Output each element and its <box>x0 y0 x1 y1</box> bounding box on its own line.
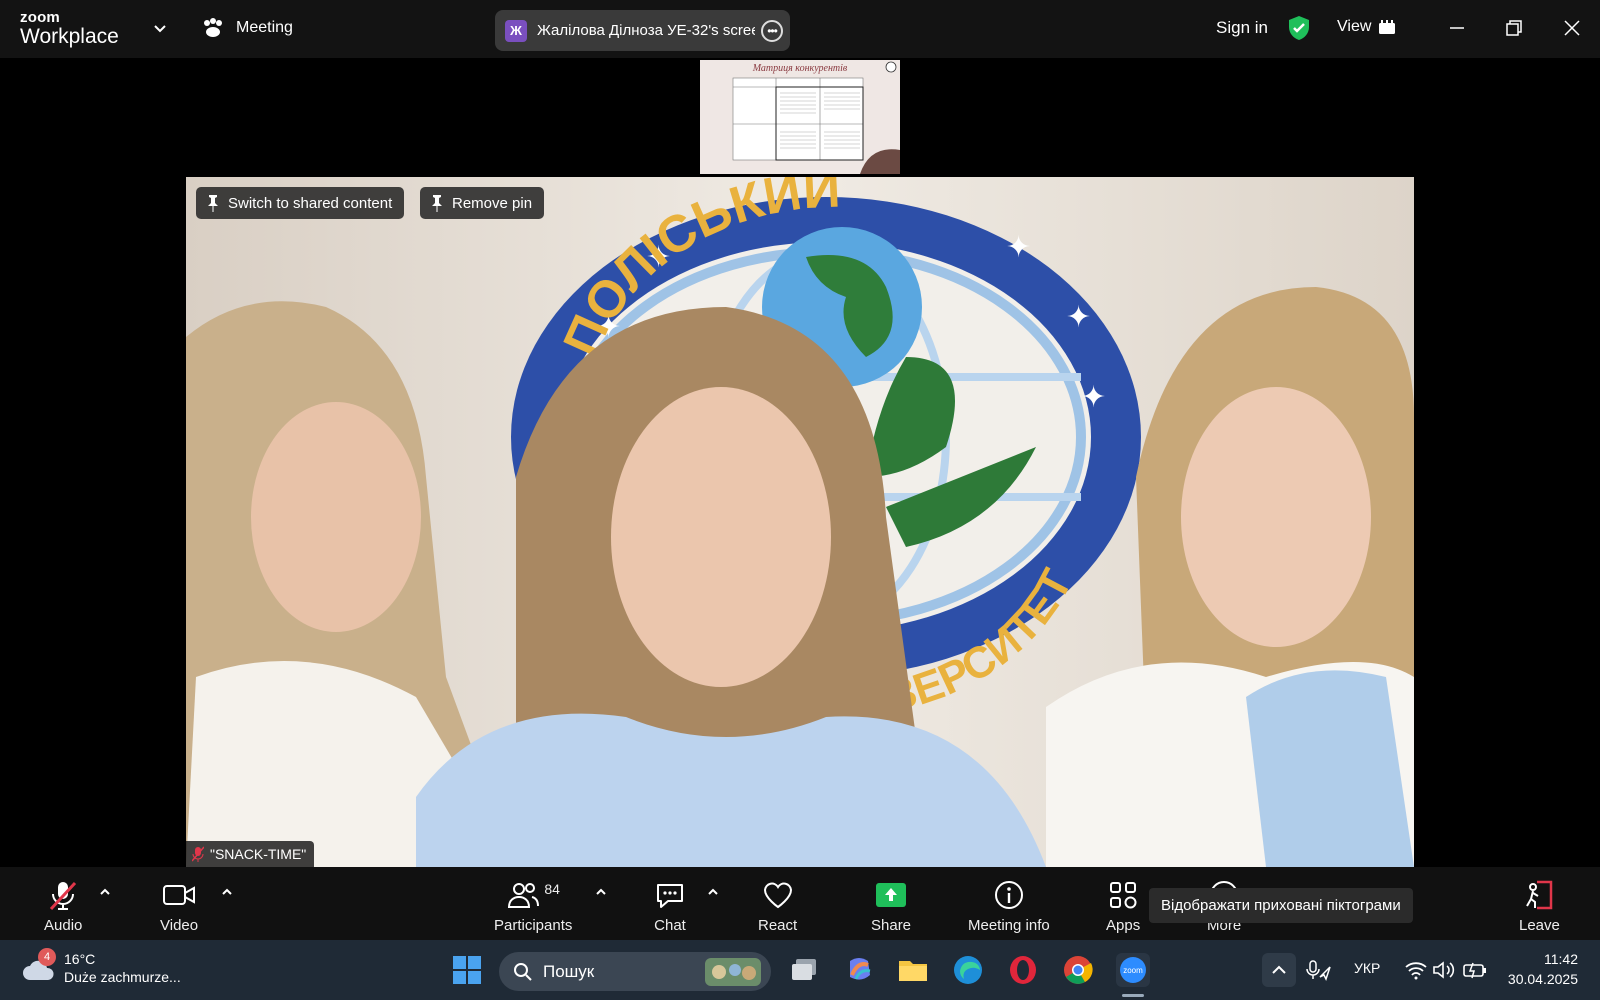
remove-pin-button[interactable]: Remove pin <box>420 187 545 219</box>
audio-button[interactable]: Audio <box>44 879 82 934</box>
participants-options-caret-icon[interactable] <box>594 885 608 899</box>
participants-count: 84 <box>544 881 560 897</box>
remove-pin-label: Remove pin <box>452 194 533 212</box>
show-hidden-icons-chevron-icon[interactable] <box>1262 953 1296 987</box>
weather-temp: 16°C <box>64 951 96 967</box>
weather-widget[interactable]: 4 16°C Duże zachmurze... <box>22 948 181 986</box>
windows-taskbar: 4 16°C Duże zachmurze... Пошук zoom УКР … <box>0 940 1600 1000</box>
leave-label: Leave <box>1519 917 1560 934</box>
participant-name: "SNACK-TIME" <box>210 846 307 862</box>
video-frame-illustration: ✦✦✦ ✦✦✦ ПОЛІСЬКИЙ УНІВЕРСИТЕТ <box>186 177 1414 867</box>
react-label: React <box>758 917 798 934</box>
react-button[interactable]: React <box>758 879 797 934</box>
shield-check-icon[interactable] <box>1287 15 1311 41</box>
clock-date: 30.04.2025 <box>1507 970 1578 987</box>
pin-icon <box>432 195 442 212</box>
chat-icon <box>657 884 683 908</box>
meeting-info-button[interactable]: Meeting info <box>968 879 1050 934</box>
taskbar-clock[interactable]: 11:42 30.04.2025 <box>1506 950 1578 989</box>
apps-button[interactable]: Apps <box>1106 879 1140 934</box>
logo-line2: Workplace <box>20 25 119 48</box>
meeting-paw-icon <box>204 18 222 37</box>
zoom-taskbar-icon[interactable]: zoom <box>1116 953 1150 987</box>
pin-icon <box>208 195 218 212</box>
chrome-browser-icon[interactable] <box>1061 953 1095 987</box>
video-label: Video <box>160 917 199 934</box>
svg-text:✦: ✦ <box>1066 301 1091 334</box>
close-icon[interactable] <box>1560 16 1584 40</box>
switch-to-shared-content-button[interactable]: Switch to shared content <box>196 187 405 219</box>
file-explorer-icon[interactable] <box>896 953 930 987</box>
sharer-name: Жалілова Ділноза УЕ-32's screen <box>537 22 755 39</box>
apps-icon <box>1110 882 1137 909</box>
slide-table-graphic <box>732 61 900 174</box>
pinned-video[interactable]: ✦✦✦ ✦✦✦ ПОЛІСЬКИЙ УНІВЕРСИТЕТ Switch to … <box>186 177 1414 867</box>
shared-screen-pill[interactable]: Ж Жалілова Ділноза УЕ-32's screen ••• <box>495 10 790 51</box>
taskbar-search-box[interactable]: Пошук <box>499 952 771 991</box>
share-label: Share <box>871 917 912 934</box>
grid-icon <box>1379 20 1396 34</box>
meeting-button[interactable]: Meeting <box>202 18 293 38</box>
view-button[interactable]: View <box>1337 18 1396 36</box>
edge-browser-icon[interactable] <box>951 953 985 987</box>
wifi-icon[interactable] <box>1404 960 1428 980</box>
mic-location-icon[interactable] <box>1306 959 1332 981</box>
sharer-avatar: Ж <box>505 19 527 42</box>
title-bar: zoom Workplace Meeting Ж Жалілова Ділноз… <box>0 0 1600 58</box>
minimize-icon[interactable] <box>1445 16 1469 40</box>
share-button[interactable]: Share <box>871 879 911 934</box>
sign-in-link[interactable]: Sign in <box>1216 18 1268 38</box>
weather-desc: Duże zachmurze... <box>64 969 181 986</box>
active-app-indicator <box>1122 994 1144 997</box>
more-dots-icon[interactable]: ••• <box>761 19 783 42</box>
weather-badge: 4 <box>38 948 56 966</box>
svg-text:✦: ✦ <box>1081 381 1106 414</box>
svg-text:✦: ✦ <box>1006 231 1031 264</box>
participants-label: Participants <box>494 917 573 934</box>
mic-muted-icon <box>192 846 204 862</box>
chat-label: Chat <box>654 917 686 934</box>
meeting-info-label: Meeting info <box>968 917 1050 934</box>
copilot-icon[interactable] <box>842 953 876 987</box>
participants-icon <box>508 883 540 908</box>
chat-options-caret-icon[interactable] <box>706 885 720 899</box>
participants-button[interactable]: 84 Participants <box>494 879 572 934</box>
battery-icon[interactable] <box>1462 960 1488 980</box>
leave-door-icon <box>1526 880 1553 910</box>
audio-label: Audio <box>44 917 83 934</box>
keyboard-language[interactable]: УКР <box>1354 960 1380 976</box>
video-options-caret-icon[interactable] <box>220 885 234 899</box>
audio-options-caret-icon[interactable] <box>98 885 112 899</box>
search-placeholder: Пошук <box>543 961 595 981</box>
chat-button[interactable]: Chat <box>654 879 686 934</box>
search-icon <box>514 962 532 981</box>
shared-content-thumbnail[interactable]: Матриця конкурентів <box>700 60 900 174</box>
video-camera-icon <box>163 885 196 905</box>
meeting-label: Meeting <box>236 19 293 36</box>
participant-name-tag: "SNACK-TIME" <box>186 841 315 867</box>
view-label: View <box>1337 18 1372 35</box>
heart-icon <box>763 882 792 909</box>
info-icon <box>994 881 1023 909</box>
apps-label: Apps <box>1106 917 1141 934</box>
svg-text:zoom: zoom <box>1123 966 1143 975</box>
mic-muted-icon <box>50 881 77 911</box>
share-screen-icon <box>876 883 907 907</box>
video-button[interactable]: Video <box>160 879 198 934</box>
hidden-icons-tooltip: Відображати приховані піктограми <box>1149 888 1413 923</box>
search-highlight-icon <box>705 957 761 986</box>
windows-start-icon[interactable] <box>450 953 484 987</box>
chevron-down-icon[interactable] <box>152 20 168 36</box>
task-view-icon[interactable] <box>788 953 822 987</box>
restore-icon[interactable] <box>1502 16 1526 40</box>
switch-label: Switch to shared content <box>228 194 393 212</box>
clock-time: 11:42 <box>1544 951 1578 967</box>
opera-browser-icon[interactable] <box>1006 953 1040 987</box>
speaker-icon[interactable] <box>1432 960 1456 980</box>
leave-button[interactable]: Leave <box>1519 879 1560 934</box>
logo-line1: zoom <box>20 9 60 26</box>
zoom-logo: zoom Workplace <box>20 10 119 47</box>
